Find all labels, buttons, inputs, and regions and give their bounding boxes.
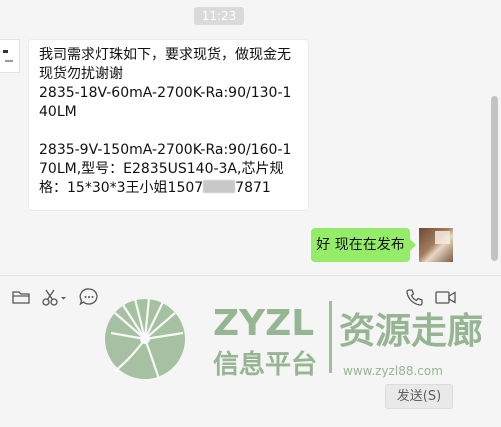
send-button[interactable]: 发送(S) <box>385 384 453 409</box>
watermark-subtitle: 信息平台 <box>213 349 317 380</box>
incoming-message-bubble[interactable]: 我司需求灯珠如下，要求现货，做现金无现货勿扰谢谢 2835-18V-60mA-2… <box>28 39 309 211</box>
redacted-digits <box>203 180 236 193</box>
watermark-logo: ZYZL 信息平台 资源走廊 www.zyzl88.com <box>105 297 483 380</box>
scissors-icon[interactable] <box>40 287 68 307</box>
message-timestamp: 11:23 <box>194 7 244 25</box>
my-avatar[interactable] <box>419 228 453 262</box>
message-line-2: 2835-18V-60mA-2700K-Ra:90/130-140LM <box>39 85 292 120</box>
folder-icon[interactable] <box>10 287 32 307</box>
message-line-3: 2835-9V-150mA-2700K-Ra:90/160-170LM,型号：E… <box>39 141 300 198</box>
sender-avatar[interactable] <box>0 39 20 73</box>
chat-scrollbar[interactable] <box>488 0 501 275</box>
watermark-brand: ZYZL <box>213 303 314 344</box>
outgoing-message-bubble[interactable]: 好 现在在发布 <box>311 228 416 262</box>
message-line-1: 我司需求灯珠如下，要求现货，做现金无现货勿扰谢谢 <box>39 47 291 82</box>
message-line-3-tail: 7871 <box>235 180 271 196</box>
watermark-url: www.zyzl88.com <box>343 364 443 378</box>
watermark-name: 资源走廊 <box>339 311 483 352</box>
chat-message-area: 11:23 我司需求灯珠如下，要求现货，做现金无现货勿扰谢谢 2835-18V-… <box>0 0 488 275</box>
scroll-thumb[interactable] <box>491 96 498 261</box>
input-divider <box>0 275 501 276</box>
emoji-icon[interactable] <box>78 287 100 307</box>
